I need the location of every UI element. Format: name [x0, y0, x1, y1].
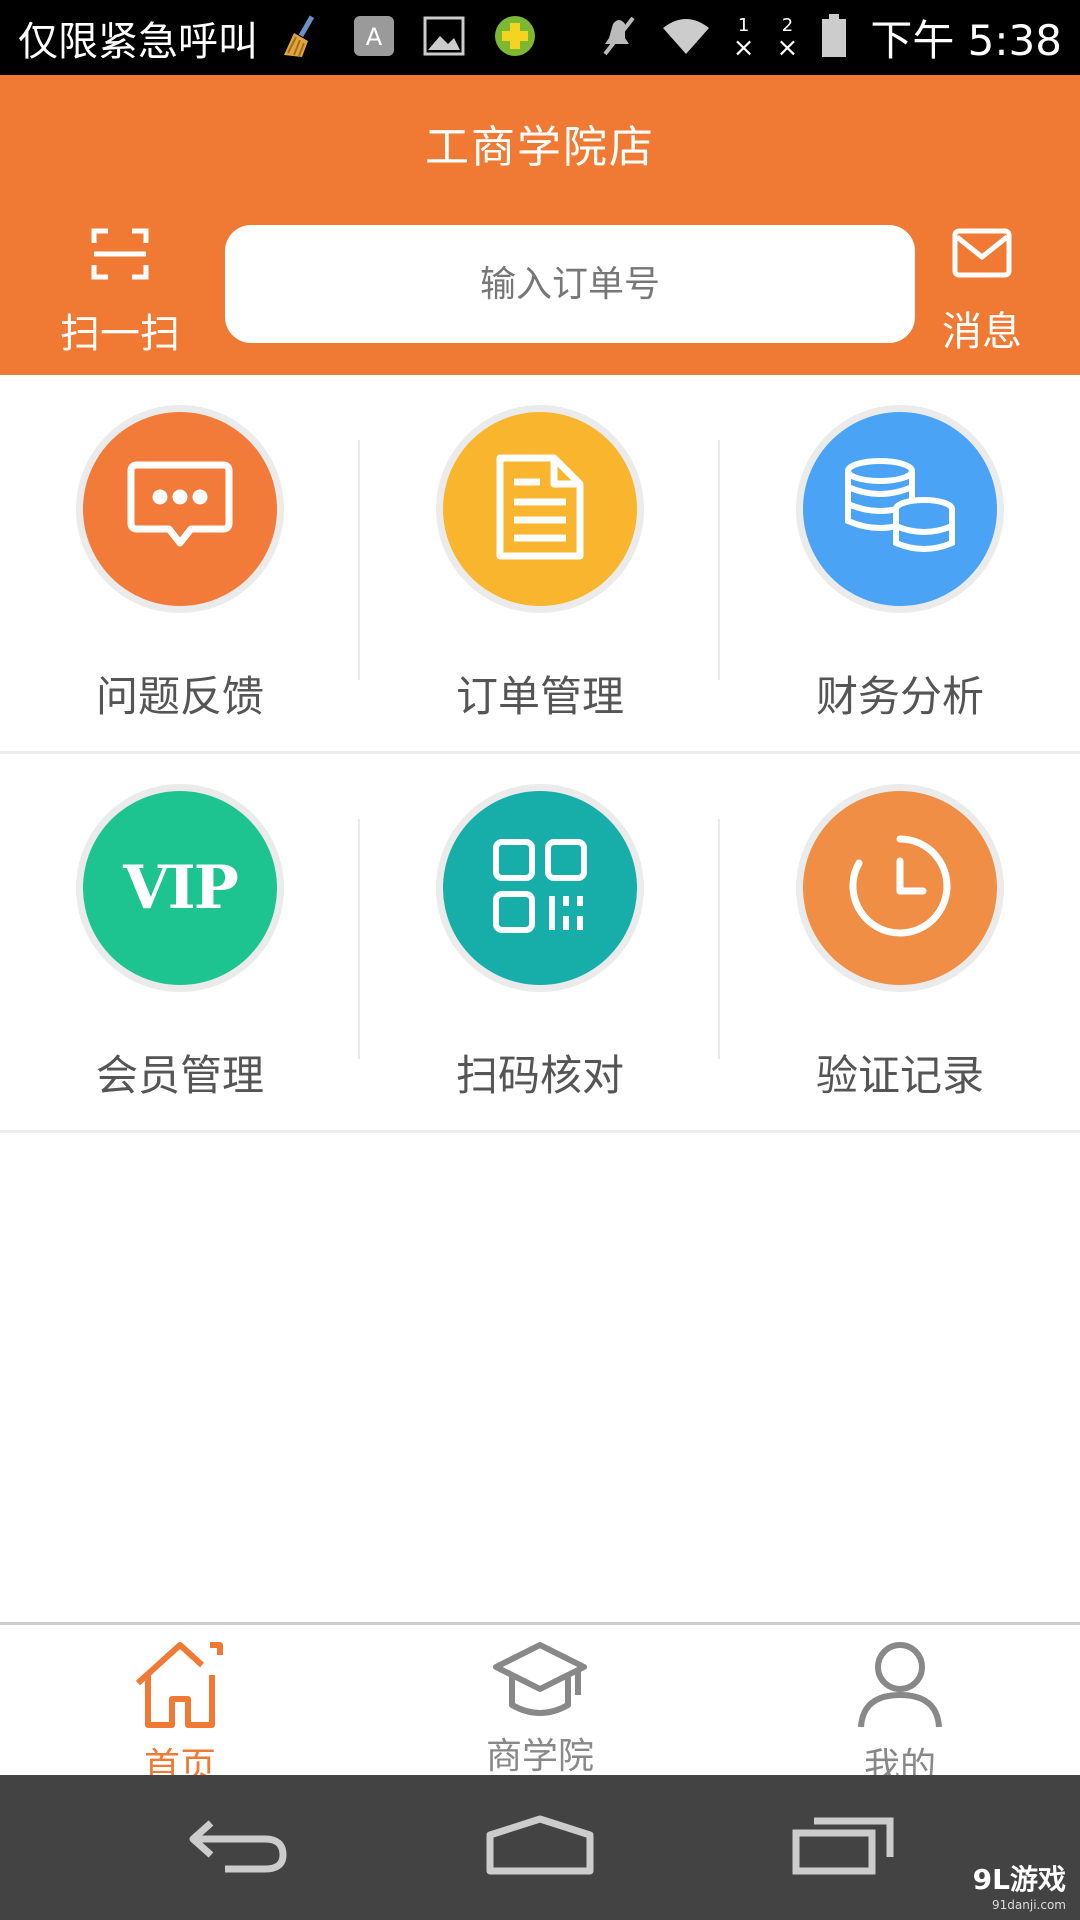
icon-circle: [83, 412, 277, 606]
svg-text:A: A: [366, 23, 383, 51]
sim2-signal: 2 ×: [776, 14, 799, 63]
home-nav-icon[interactable]: [484, 1815, 596, 1879]
header: 工商学院店 扫一扫 消息: [0, 75, 1080, 375]
feedback-button[interactable]: 问题反馈: [0, 375, 360, 751]
verification-records-label: 验证记录: [815, 1051, 984, 1100]
tab-home[interactable]: 首页: [0, 1625, 360, 1787]
graduation-cap-icon: [492, 1639, 588, 1721]
watermark: 9L游戏 91danji.com: [973, 1858, 1066, 1912]
scan-verify-label: 扫码核对: [455, 1051, 624, 1100]
scan-label: 扫一扫: [60, 311, 180, 357]
scan-button[interactable]: 扫一扫: [50, 225, 190, 357]
tab-mine[interactable]: 我的: [720, 1625, 1080, 1787]
order-management-button[interactable]: 订单管理: [360, 375, 720, 751]
battery-icon: [820, 13, 848, 63]
member-management-button[interactable]: VIP 会员管理: [0, 754, 360, 1130]
verification-records-button[interactable]: 验证记录: [720, 754, 1080, 1130]
feedback-label: 问题反馈: [95, 672, 264, 721]
sim1-signal: 1 ×: [732, 14, 755, 63]
security-app-icon: [492, 13, 538, 63]
store-title: 工商学院店: [425, 122, 655, 173]
vip-icon: VIP: [123, 853, 239, 923]
chat-bubble-icon: [125, 457, 235, 561]
icon-circle: [443, 791, 637, 985]
wifi-icon: [661, 16, 711, 60]
carrier-text: 仅限紧急呼叫: [18, 18, 258, 65]
clock-time: 下午 5:38: [870, 16, 1062, 65]
icon-ring: [796, 405, 1004, 613]
message-button[interactable]: 消息: [912, 225, 1052, 355]
bottom-tab-bar: 首页 商学院 我的: [0, 1622, 1080, 1787]
member-management-label: 会员管理: [95, 1051, 264, 1100]
envelope-icon: [951, 225, 1013, 285]
icon-ring: [436, 784, 644, 992]
recent-apps-icon[interactable]: [790, 1815, 896, 1879]
status-bar: 仅限紧急呼叫 A 1 × 2 × 下午 5:38: [0, 0, 1080, 75]
scan-icon: [90, 225, 150, 287]
broom-icon: [280, 13, 326, 63]
icon-circle: VIP: [83, 791, 277, 985]
user-icon: [855, 1639, 945, 1731]
order-management-label: 订单管理: [455, 672, 624, 721]
message-label: 消息: [942, 309, 1022, 355]
scan-verify-button[interactable]: 扫码核对: [360, 754, 720, 1130]
grid-row-2: VIP 会员管理 扫码核对 验证记录: [0, 754, 1080, 1133]
tab-business-school[interactable]: 商学院: [360, 1625, 720, 1778]
document-icon: [492, 452, 588, 566]
font-a-icon: A: [352, 14, 396, 62]
coins-icon: [840, 457, 960, 561]
finance-analysis-button[interactable]: 财务分析: [720, 375, 1080, 751]
qr-code-icon: [490, 836, 590, 940]
grid-row-1: 问题反馈 订单管理 财务分析: [0, 375, 1080, 754]
system-nav-bar: 9L游戏 91danji.com: [0, 1775, 1080, 1920]
function-grid: 问题反馈 订单管理 财务分析 VIP 会员管理 扫码核对 验证记录: [0, 375, 1080, 1133]
icon-circle: [803, 791, 997, 985]
icon-ring: [796, 784, 1004, 992]
watermark-brand: 9L游戏: [972, 1863, 1066, 1896]
finance-analysis-label: 财务分析: [815, 672, 984, 721]
tab-business-school-label: 商学院: [485, 1736, 594, 1777]
icon-circle: [803, 412, 997, 606]
image-icon: [422, 14, 466, 62]
clock-icon: [845, 831, 955, 945]
home-icon: [132, 1639, 228, 1731]
watermark-url: 91danji.com: [992, 1898, 1066, 1912]
icon-ring: [436, 405, 644, 613]
back-icon[interactable]: [185, 1815, 291, 1879]
icon-ring: [76, 405, 284, 613]
icon-circle: [443, 412, 637, 606]
mute-icon: [599, 14, 639, 62]
icon-ring: VIP: [76, 784, 284, 992]
order-number-input[interactable]: [225, 225, 915, 343]
